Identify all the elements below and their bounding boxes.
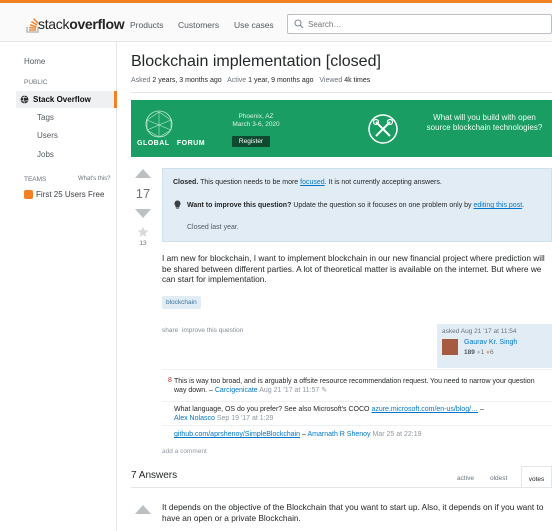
sidebar-item-label: First 25 Users Free [36,190,105,199]
nav-products[interactable]: Products [130,20,164,30]
vote-count: 17 [135,186,151,201]
comment-link[interactable]: github.com/aprshenoy/SimpleBlockchain [174,431,300,438]
left-sidebar: Home PUBLIC Stack Overflow Tags Users Jo… [0,42,117,531]
sidebar-item-home[interactable]: Home [24,57,45,66]
top-bar: stackoverflow Products Customers Use cas… [0,0,552,42]
search-input[interactable] [308,18,538,31]
comment: 8 This is way too broad, and is arguably… [162,369,552,401]
search-box[interactable] [287,14,552,34]
question-meta: Asked 2 years, 3 months ago Active 1 yea… [131,77,370,84]
logo-wordmark[interactable]: stackoverflow [38,16,125,32]
tab-votes[interactable]: votes [521,466,552,488]
sidebar-section-public: PUBLIC [24,79,48,86]
comment-date[interactable]: Sep 19 '17 at 1:29 [217,415,274,422]
sidebar-item-users[interactable]: Users [37,131,58,140]
nav-customers[interactable]: Customers [178,20,219,30]
sidebar-section-teams: TEAMS [24,176,47,183]
share-link[interactable]: share [162,327,178,334]
banner-tagline: What will you build with open source blo… [426,113,543,132]
focused-link[interactable]: focused [300,179,325,186]
post-menu: share improve this question [162,327,243,334]
asked-label: Asked [131,77,151,84]
sidebar-item-label: Stack Overflow [33,95,91,104]
sidebar-item-jobs[interactable]: Jobs [37,150,54,159]
user-name[interactable]: Gaurav Kr. Singh [464,339,517,346]
tag-blockchain[interactable]: blockchain [162,296,201,309]
register-button[interactable]: Register [232,136,270,147]
user-reputation: 189 ●1 ●6 [464,349,494,356]
comment-date[interactable]: Aug 21 '17 at 11:57 [259,387,319,394]
improve-guidance: Want to improve this question? Update th… [187,202,525,209]
question-body: I am new for blockchain, I want to imple… [162,253,545,284]
comment-text: This is way too broad, and is arguably a… [174,378,535,394]
comment-user[interactable]: Amarnath R Shenoy [307,431,370,438]
whats-this-link[interactable]: What's this? [78,176,111,182]
search-icon [294,19,304,29]
user-card: asked Aug 21 '17 at 11:54 Gaurav Kr. Sin… [437,324,552,368]
answer-sort-tabs: active oldest votes [450,466,552,488]
viewed-value: 4k times [344,77,371,84]
divider [131,92,552,93]
improve-question-link[interactable]: improve this question [182,327,243,334]
briefcase-icon [24,190,33,199]
banner-location: Phoenix, AZ March 3-6, 2020 [232,113,280,128]
comment-date[interactable]: Mar 25 at 22:19 [372,431,421,438]
active-value[interactable]: 1 year, 9 months ago [248,77,313,84]
sidebar-item-stack-overflow[interactable]: Stack Overflow [16,91,117,108]
upvote-arrow-icon[interactable] [135,168,151,178]
closed-notice: Closed. This question needs to be more f… [162,168,552,242]
asked-timestamp: asked Aug 21 '17 at 11:54 [442,328,517,335]
divider [131,487,552,488]
ad-banner[interactable]: GLOBAL FORUM Phoenix, AZ March 3-6, 2020… [131,100,552,157]
tab-active[interactable]: active [457,475,474,482]
asked-value: 2 years, 3 months ago [152,77,222,84]
favorite-count: 13 [139,240,147,247]
tools-icon [368,114,398,144]
upvote-arrow-icon[interactable] [135,504,151,514]
nav-use-cases[interactable]: Use cases [234,20,274,30]
active-label: Active [227,77,247,84]
edit-post-link[interactable]: editing this post [474,202,523,209]
avatar[interactable] [442,339,458,355]
viewed-label: Viewed [319,77,343,84]
comment-text: github.com/aprshenoy/SimpleBlockchain – … [174,431,422,438]
comment: github.com/aprshenoy/SimpleBlockchain – … [162,425,552,443]
answer-body: It depends on the objective of the Block… [162,502,544,523]
comment-user[interactable]: Carcigenicate [215,387,258,394]
banner-event-name: GLOBAL FORUM [137,140,206,147]
question-title[interactable]: Blockchain implementation [closed] [131,53,381,71]
sidebar-item-tags[interactable]: Tags [37,113,54,122]
answers-count: 7 Answers [131,470,178,481]
globe-icon [20,95,29,104]
pencil-icon: ✎ [321,387,328,394]
lightbulb-icon [174,200,181,209]
closed-reason: Closed. This question needs to be more f… [173,179,442,186]
comment-text: What language, OS do you prefer? See als… [174,406,484,422]
comment-user[interactable]: Alex Nolasco [174,415,215,422]
favorite-star-icon[interactable] [137,226,149,238]
comment-link[interactable]: azure.microsoft.com/en-us/blog/… [371,406,478,413]
add-comment-link[interactable]: add a comment [162,448,207,455]
tab-oldest[interactable]: oldest [490,475,507,482]
comment: What language, OS do you prefer? See als… [162,401,552,425]
closed-date: Closed last year. [187,224,239,231]
downvote-arrow-icon[interactable] [135,209,151,219]
